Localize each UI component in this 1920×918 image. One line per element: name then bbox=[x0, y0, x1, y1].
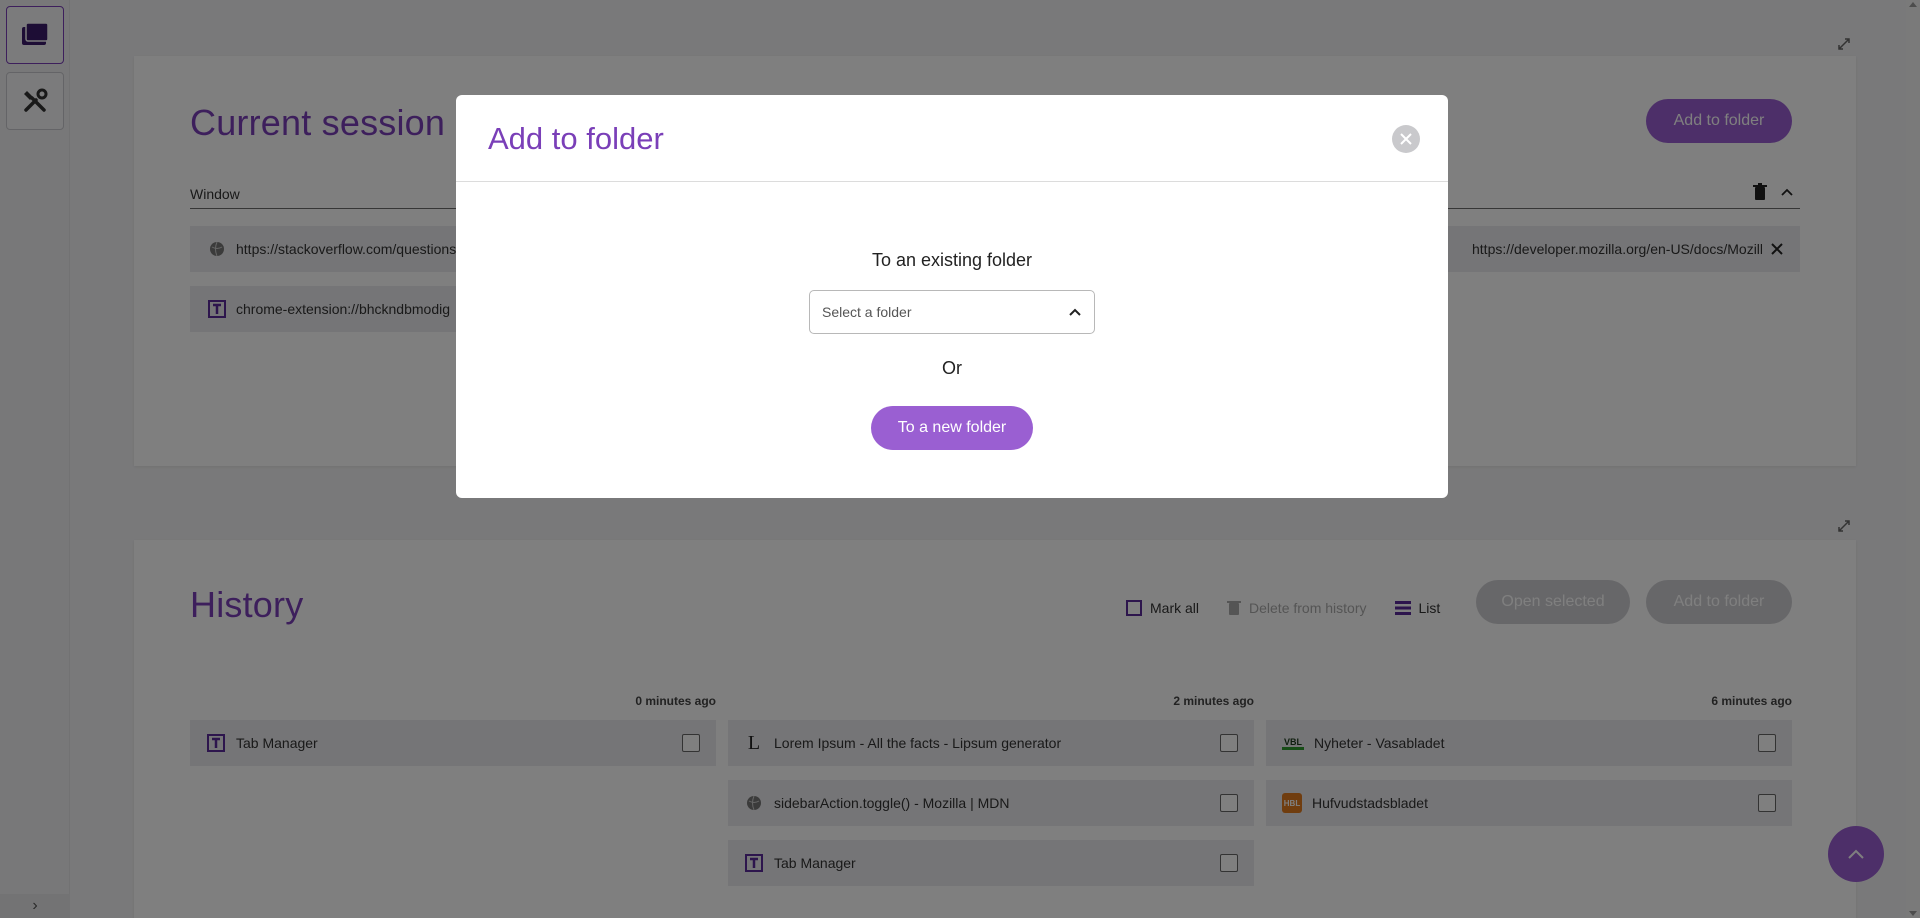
or-label: Or bbox=[942, 358, 962, 378]
existing-folder-label: To an existing folder bbox=[871, 250, 1033, 270]
folder-select-placeholder: Select a folder bbox=[822, 304, 912, 320]
folder-select[interactable]: Select a folder bbox=[809, 290, 1095, 334]
new-folder-button[interactable]: To a new folder bbox=[871, 406, 1033, 450]
dialog-title: Add to folder bbox=[488, 121, 664, 156]
dialog-close-button[interactable] bbox=[1392, 125, 1420, 153]
dialog-divider bbox=[456, 181, 1448, 182]
add-to-folder-dialog: Add to folder To an existing folder Sele… bbox=[456, 95, 1448, 498]
chevron-up-icon bbox=[1068, 307, 1082, 317]
close-icon bbox=[1400, 133, 1412, 145]
